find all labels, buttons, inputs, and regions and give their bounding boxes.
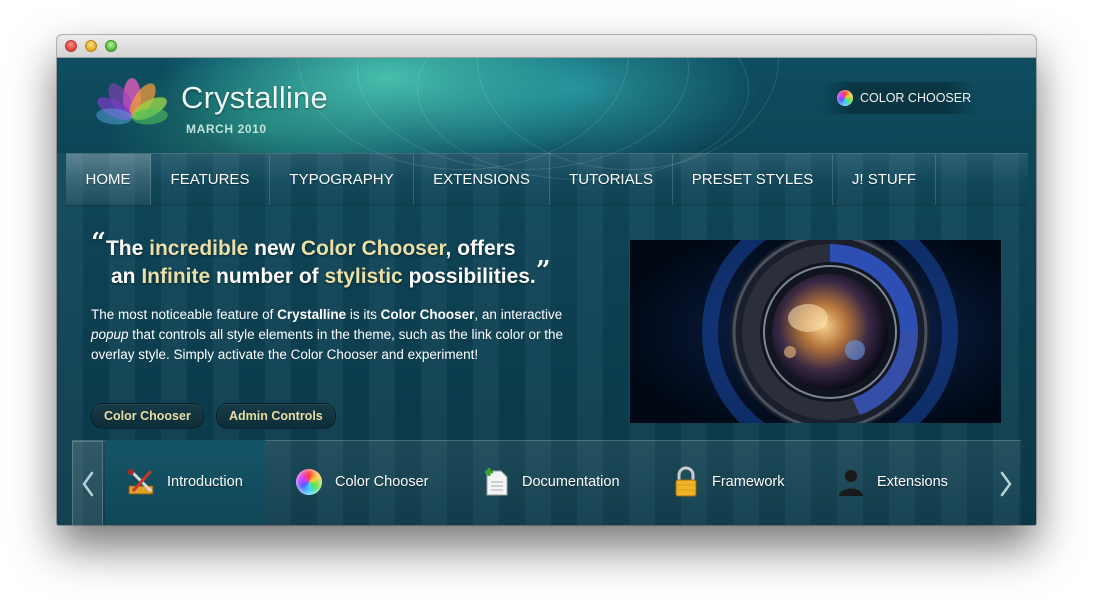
camera-lens-photo — [630, 240, 1001, 423]
site-title[interactable]: Crystalline — [181, 80, 328, 116]
quote-text: number of — [210, 265, 325, 288]
padlock-icon — [670, 466, 702, 498]
quote-highlight: stylistic — [324, 265, 403, 288]
chevron-right-icon — [1000, 471, 1012, 496]
close-window-button[interactable] — [65, 40, 77, 52]
tabs-next-arrow[interactable] — [990, 441, 1021, 525]
nav-item-j-stuff[interactable]: J! STUFF — [833, 154, 936, 205]
color-chooser-button[interactable]: COLOR CHOOSER — [821, 82, 977, 114]
quote-text: new — [248, 237, 301, 260]
main-nav: HOME FEATURES TYPOGRAPHY EXTENSIONS TUTO… — [66, 153, 1028, 206]
description-text: that controls all style elements in the … — [91, 327, 564, 362]
tab-framework[interactable]: Framework — [670, 457, 785, 507]
chevron-left-icon — [81, 471, 93, 496]
tab-color-chooser[interactable]: Color Chooser — [293, 457, 429, 507]
color-chooser-pill-button[interactable]: Color Chooser — [91, 403, 204, 429]
quote-text: an — [111, 265, 142, 288]
tab-label: Framework — [712, 474, 785, 490]
tab-documentation[interactable]: Documentation — [480, 457, 620, 507]
open-quote-mark: “ — [91, 228, 106, 258]
page-content: Crystalline MARCH 2010 COLOR CHOOSER HOM… — [57, 58, 1036, 525]
tab-introduction[interactable]: Introduction — [125, 457, 243, 507]
close-quote-mark: ” — [535, 256, 551, 286]
description-bold: Crystalline — [277, 307, 347, 322]
tab-label: Color Chooser — [335, 474, 429, 490]
user-silhouette-icon — [835, 466, 867, 498]
document-add-icon — [480, 466, 512, 498]
tab-extensions[interactable]: Extensions — [835, 457, 948, 507]
feature-tabs: Introduction Color Chooser Documentation… — [72, 440, 1021, 525]
quote-highlight: incredible — [149, 237, 249, 260]
site-header: Crystalline MARCH 2010 COLOR CHOOSER — [57, 58, 1036, 180]
description-italic: popup — [91, 327, 129, 342]
description-bold: Color Chooser — [380, 307, 475, 322]
minimize-window-button[interactable] — [85, 40, 97, 52]
color-ball-icon — [293, 466, 325, 498]
quote-text: , offers — [445, 237, 516, 260]
color-chooser-label: COLOR CHOOSER — [860, 91, 972, 105]
feature-description: The most noticeable feature of Crystalli… — [91, 305, 601, 365]
description-text: The most noticeable feature of — [91, 307, 278, 322]
nav-item-tutorials[interactable]: TUTORIALS — [550, 154, 673, 205]
description-text: , an interactive — [474, 307, 563, 322]
quote-text: possibilities. — [402, 265, 536, 288]
browser-window: Crystalline MARCH 2010 COLOR CHOOSER HOM… — [57, 35, 1036, 525]
nav-item-typography[interactable]: TYPOGRAPHY — [270, 154, 414, 205]
zoom-window-button[interactable] — [105, 40, 117, 52]
description-text: is its — [346, 307, 381, 322]
lotus-logo-icon[interactable] — [91, 74, 173, 130]
feature-quote: “The incredible new Color Chooser, offer… — [91, 230, 581, 290]
quote-text: The — [105, 237, 150, 260]
quote-highlight: Infinite — [141, 265, 211, 288]
quote-highlight: Color Chooser — [300, 237, 446, 260]
admin-controls-pill-button[interactable]: Admin Controls — [216, 403, 336, 429]
tools-icon — [125, 466, 157, 498]
color-ball-icon — [837, 90, 853, 106]
site-subtitle: MARCH 2010 — [186, 122, 267, 136]
tabs-prev-arrow[interactable] — [72, 441, 103, 525]
tab-label: Extensions — [877, 474, 948, 490]
window-titlebar — [57, 35, 1036, 58]
nav-item-features[interactable]: FEATURES — [151, 154, 270, 205]
tab-label: Introduction — [167, 474, 243, 490]
nav-item-preset-styles[interactable]: PRESET STYLES — [673, 154, 833, 205]
nav-item-home[interactable]: HOME — [66, 154, 151, 205]
tab-label: Documentation — [522, 474, 620, 490]
nav-item-extensions[interactable]: EXTENSIONS — [414, 154, 550, 205]
